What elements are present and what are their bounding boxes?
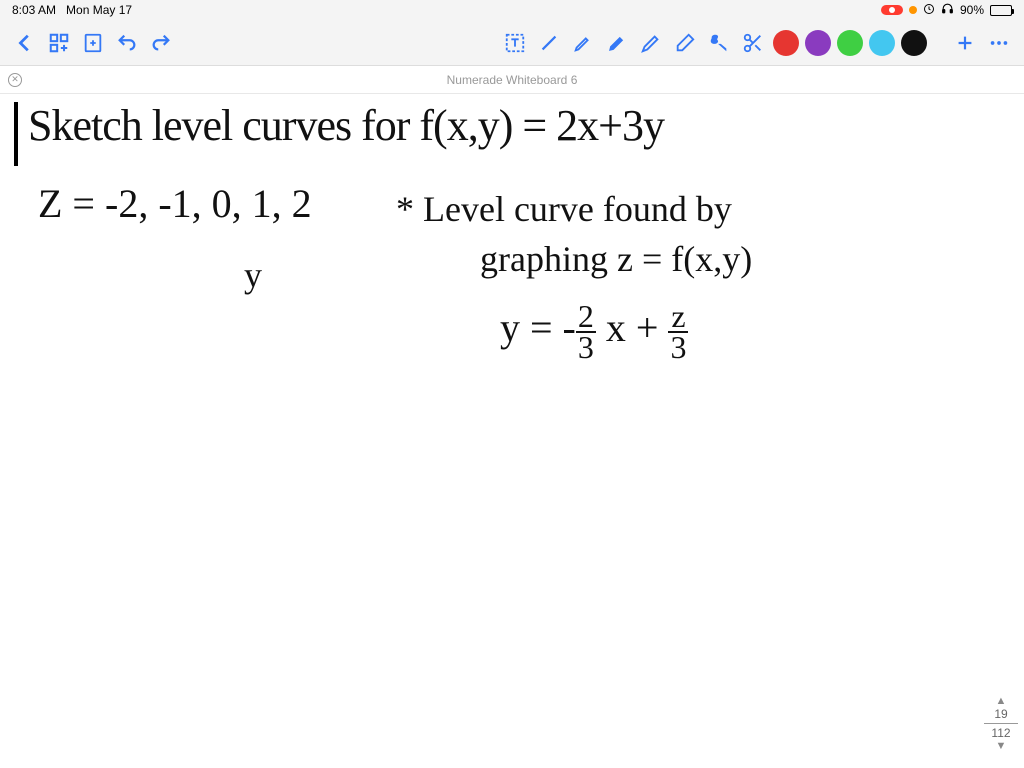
close-button[interactable]: ✕ [8, 73, 22, 87]
rotation-lock-icon [923, 3, 935, 18]
undo-button[interactable] [112, 28, 142, 58]
text-tool[interactable] [500, 28, 530, 58]
handwriting-line-3: * Level curve found by [396, 188, 732, 230]
handwriting-line-4: graphing z = f(x,y) [480, 238, 752, 280]
status-bar: 8:03 AM Mon May 17 90% [0, 0, 1024, 20]
title-bar: ✕ Numerade Whiteboard 6 [0, 66, 1024, 94]
redo-button[interactable] [146, 28, 176, 58]
handwriting-line-2: Z = -2, -1, 0, 1, 2 [38, 180, 312, 227]
color-green[interactable] [837, 30, 863, 56]
color-cyan[interactable] [869, 30, 895, 56]
headphones-icon [941, 2, 954, 18]
highlighter-tool[interactable] [636, 28, 666, 58]
pen-medium-tool[interactable] [602, 28, 632, 58]
handwriting-line-1: Sketch level curves for f(x,y) = 2x+3y [28, 100, 664, 151]
more-button[interactable] [984, 28, 1014, 58]
page-total: 112 [984, 726, 1018, 740]
handwriting-line-5: y = -23 x + z3 [500, 302, 688, 362]
color-red[interactable] [773, 30, 799, 56]
document-title: Numerade Whiteboard 6 [447, 73, 578, 87]
text-cursor [14, 102, 18, 166]
page-current: 19 [984, 707, 1018, 721]
page-down-button[interactable]: ▼ [984, 740, 1018, 752]
battery-percent: 90% [960, 3, 984, 17]
add-page-button[interactable] [78, 28, 108, 58]
thumbnails-button[interactable] [44, 28, 74, 58]
scissors-tool[interactable] [738, 28, 768, 58]
battery-icon [990, 5, 1012, 16]
toolbar [0, 20, 1024, 66]
recording-indicator[interactable] [881, 5, 903, 15]
status-time: 8:03 AM [12, 3, 56, 17]
mic-indicator-icon [909, 6, 917, 14]
back-button[interactable] [10, 28, 40, 58]
whiteboard-canvas[interactable]: Sketch level curves for f(x,y) = 2x+3y Z… [0, 94, 1024, 768]
page-indicator: ▲ 19 112 ▼ [984, 695, 1018, 752]
page-up-button[interactable]: ▲ [984, 695, 1018, 707]
pen-thin-tool[interactable] [568, 28, 598, 58]
lasso-tool[interactable] [704, 28, 734, 58]
color-black[interactable] [901, 30, 927, 56]
color-purple[interactable] [805, 30, 831, 56]
handwriting-y-label: y [244, 254, 262, 296]
eraser-tool[interactable] [670, 28, 700, 58]
status-date: Mon May 17 [66, 3, 132, 17]
line-tool[interactable] [534, 28, 564, 58]
add-tool[interactable] [950, 28, 980, 58]
